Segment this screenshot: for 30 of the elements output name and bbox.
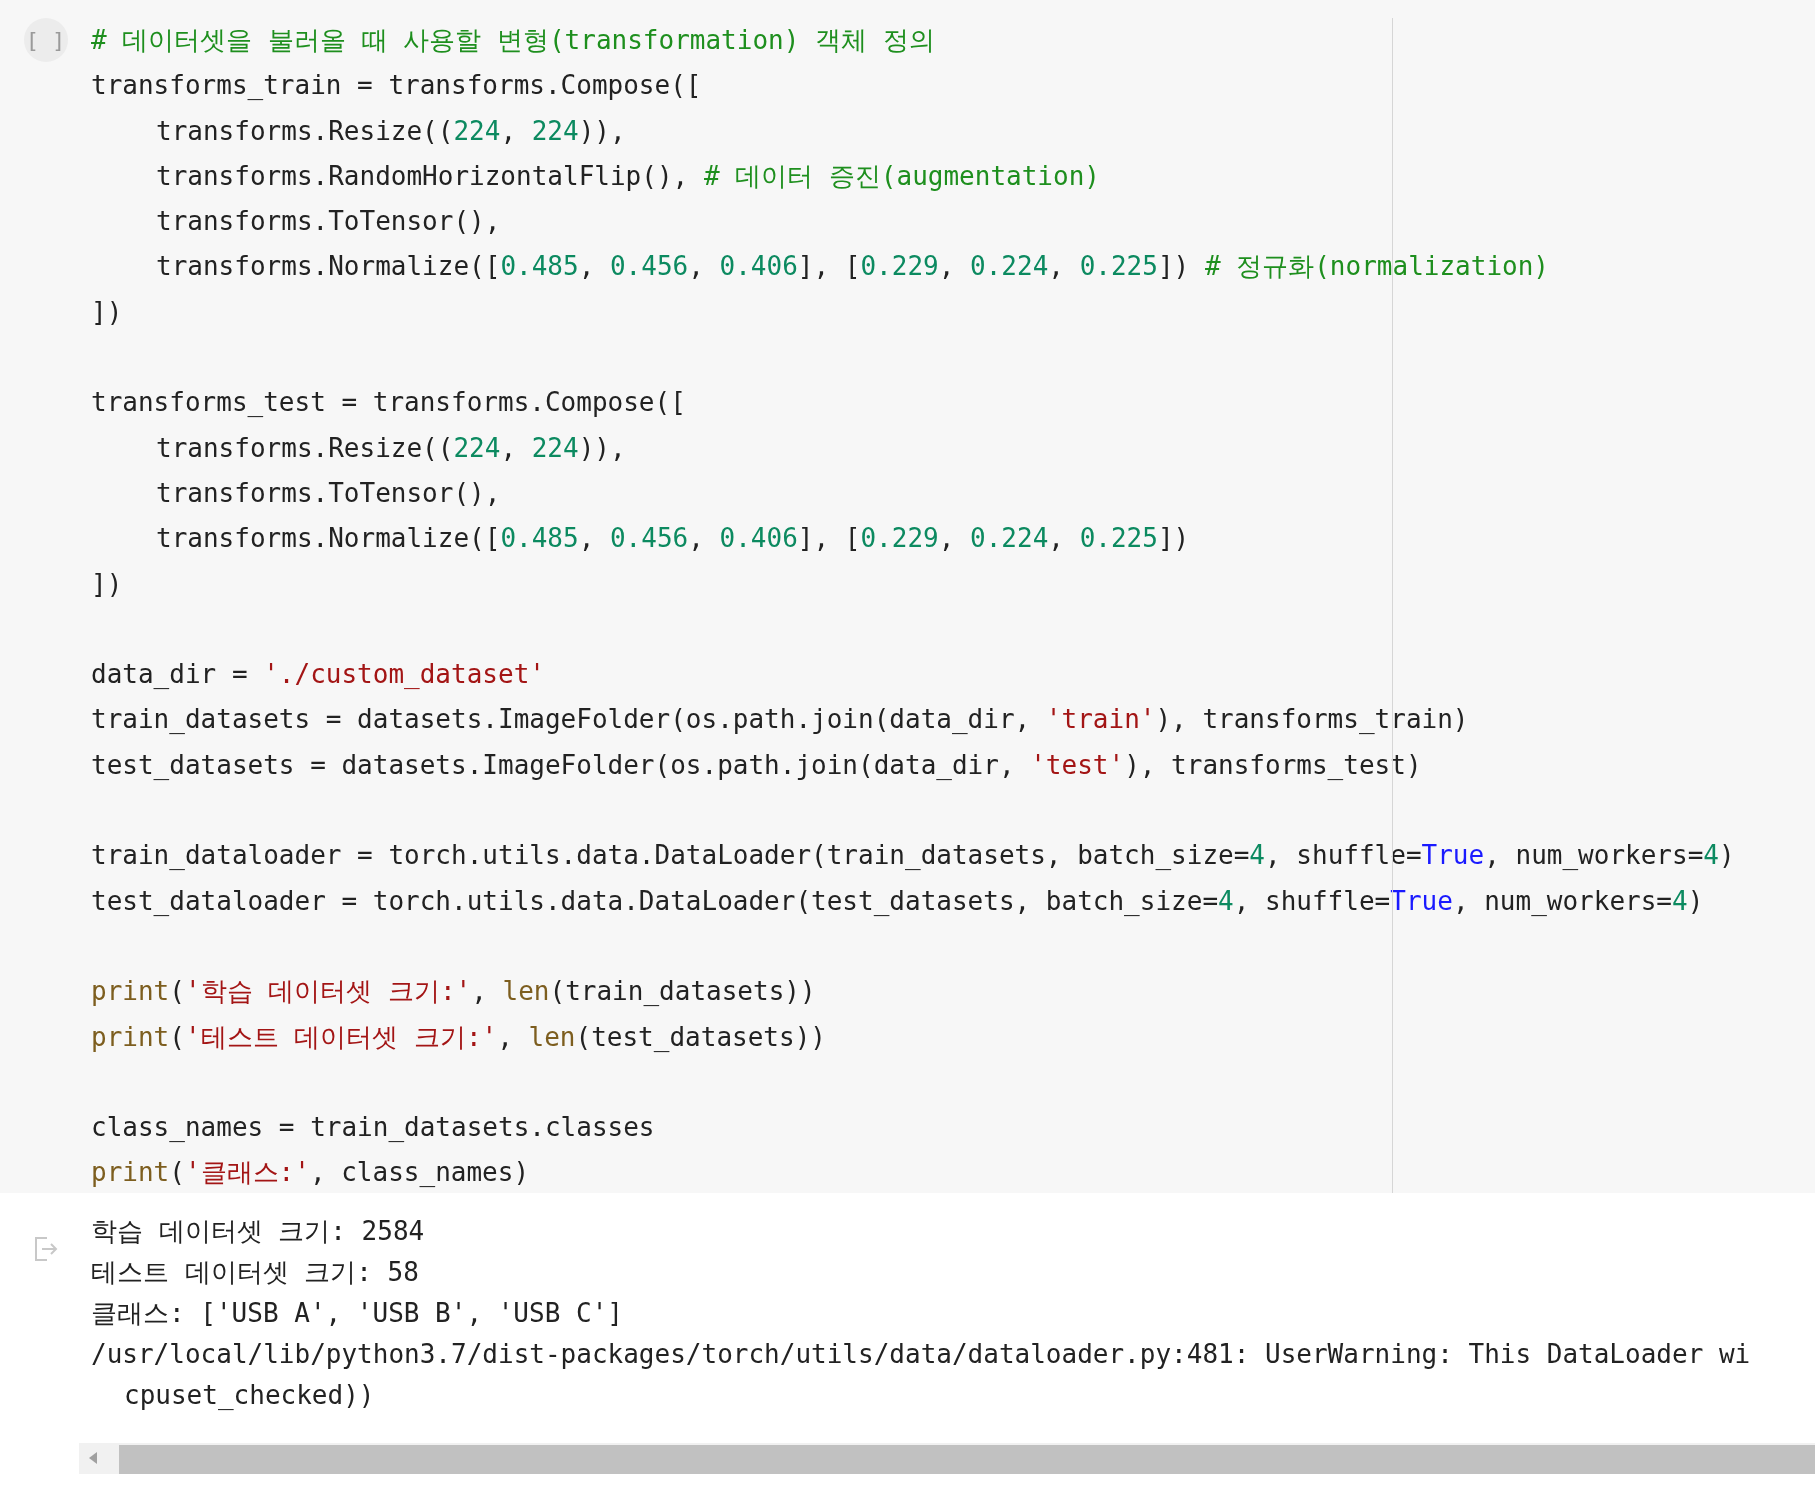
code-line: transforms.ToTensor(),: [156, 477, 501, 508]
code-line: transforms_train = transforms.Compose([: [91, 70, 702, 101]
code-line: ]): [91, 568, 123, 599]
code-line: transforms.Resize((224, 224)),: [156, 432, 626, 463]
code-line: transforms.Normalize([0.485, 0.456, 0.406], [0.229, 0.224, 0.225]) # 정규화(normalization): [156, 251, 1549, 282]
horizontal-scrollbar[interactable]: [79, 1443, 1815, 1474]
code-line: transforms.RandomHorizontalFlip(), # 데이터 증진(augmentation): [156, 160, 1100, 191]
code-line: transforms_test = transforms.Compose([: [91, 387, 686, 418]
code-line: data_dir = './custom_dataset': [91, 659, 545, 690]
code-line: ]): [91, 296, 123, 327]
code-line: class_names = train_datasets.classes: [91, 1112, 655, 1143]
code-line: train_dataloader = torch.utils.data.DataLoader(train_datasets, batch_size=4, shuffle=True, num_workers=4): [91, 840, 1735, 871]
code-line: train_datasets = datasets.ImageFolder(os.path.join(data_dir, 'train'), transforms_train): [91, 704, 1469, 735]
output-line: 클래스: ['USB A', 'USB B', 'USB C']: [91, 1298, 623, 1328]
code-line: print('클래스:', class_names): [91, 1157, 530, 1188]
code-cell[interactable]: [0, 0, 1815, 1193]
code-line: transforms.ToTensor(),: [156, 206, 501, 237]
code-line: # 데이터셋을 불러올 때 사용할 변형(transformation) 객체 정의: [91, 25, 935, 55]
output-line: cpuset_checked)): [124, 1380, 375, 1410]
code-line: transforms.Resize((224, 224)),: [156, 115, 626, 146]
run-button[interactable]: [ ]: [23, 18, 68, 62]
code-line: print('테스트 데이터셋 크기:', len(test_datasets)): [91, 1021, 826, 1052]
code-line: print('학습 데이터셋 크기:', len(train_datasets)): [91, 976, 816, 1007]
code-line: transforms.Normalize([0.485, 0.456, 0.406], [0.229, 0.224, 0.225]): [156, 523, 1190, 554]
output-line: /usr/local/lib/python3.7/dist-packages/torch/utils/data/dataloader.py:481: UserWarning: This DataLoader wi: [91, 1339, 1751, 1369]
output-line: 테스트 데이터셋 크기: 58: [91, 1257, 419, 1287]
code-line: test_datasets = datasets.ImageFolder(os.path.join(data_dir, 'test'), transforms_test): [91, 749, 1422, 780]
output-icon: [32, 1235, 59, 1263]
output-line: 학습 데이터셋 크기: 2584: [91, 1216, 425, 1246]
code-line: test_dataloader = torch.utils.data.DataLoader(test_datasets, batch_size=4, shuffle=True, num_workers=4): [91, 885, 1704, 916]
